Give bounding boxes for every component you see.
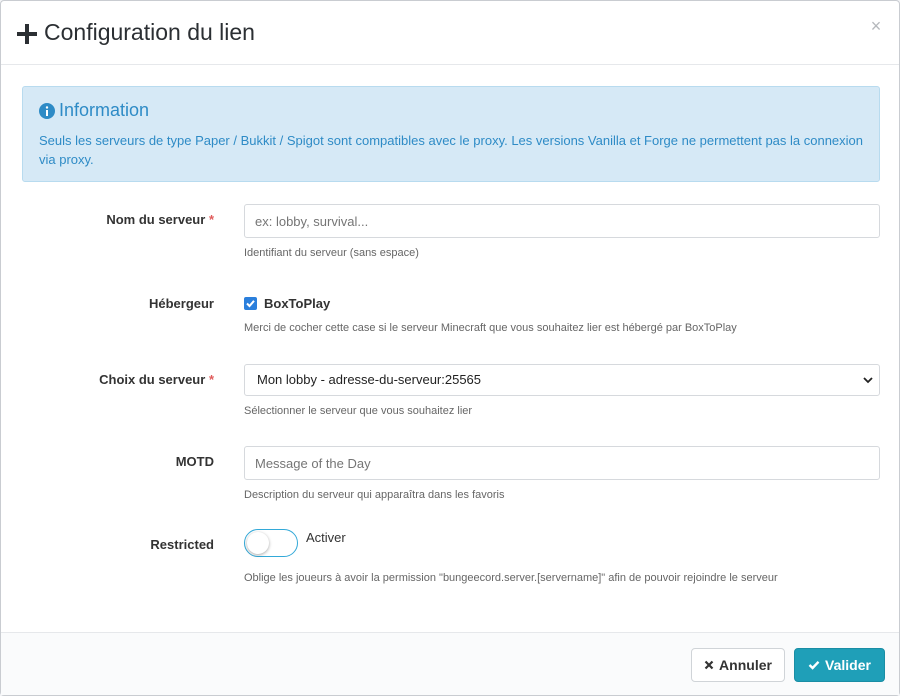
chevron-down-icon: [863, 377, 873, 384]
restricted-toggle-label: Activer: [306, 530, 346, 545]
check-icon: [246, 300, 255, 308]
submit-button[interactable]: Valider: [794, 648, 885, 682]
required-mark: *: [208, 372, 214, 387]
motd-input[interactable]: [244, 446, 880, 480]
server-name-help: Identifiant du serveur (sans espace): [244, 247, 419, 259]
server-name-label: Nom du serveur *: [14, 212, 214, 227]
boxtoplay-checkbox[interactable]: [244, 297, 257, 310]
link-config-modal: Configuration du lien × Information Seul…: [0, 0, 900, 696]
alert-text: Seuls les serveurs de type Paper / Bukki…: [39, 133, 864, 167]
server-name-input[interactable]: [244, 204, 880, 238]
modal-footer: Annuler Valider: [1, 632, 899, 695]
modal-title: Configuration du lien: [44, 19, 255, 45]
plus-icon: [17, 24, 37, 44]
cancel-button[interactable]: Annuler: [691, 648, 785, 682]
submit-label: Valider: [825, 657, 871, 673]
check-icon: [808, 660, 820, 670]
server-choice-select[interactable]: Mon lobby - adresse-du-serveur:25565: [244, 364, 880, 396]
server-name-label-text: Nom du serveur: [106, 212, 206, 227]
restricted-help: Oblige les joueurs à avoir la permission…: [244, 572, 778, 584]
toggle-knob: [247, 532, 269, 554]
restricted-label: Restricted: [150, 537, 214, 552]
close-icon: [704, 660, 714, 670]
info-icon: [39, 103, 55, 119]
info-alert: Information Seuls les serveurs de type P…: [22, 86, 880, 182]
restricted-toggle[interactable]: [244, 529, 298, 557]
alert-heading: Information: [59, 100, 150, 120]
server-choice-label-text: Choix du serveur: [99, 372, 206, 387]
server-choice-help: Sélectionner le serveur que vous souhait…: [244, 405, 473, 417]
host-help: Merci de cocher cette case si le serveur…: [244, 322, 737, 334]
server-choice-selected: Mon lobby - adresse-du-serveur:25565: [257, 372, 482, 387]
modal-header: Configuration du lien ×: [1, 1, 899, 65]
boxtoplay-checkbox-label[interactable]: BoxToPlay: [264, 296, 330, 311]
close-button[interactable]: ×: [867, 17, 885, 35]
required-mark: *: [208, 212, 214, 227]
cancel-label: Annuler: [719, 657, 772, 673]
host-label: Hébergeur: [148, 296, 214, 311]
motd-label: MOTD: [175, 454, 214, 469]
motd-help: Description du serveur qui apparaîtra da…: [244, 489, 505, 501]
server-choice-label: Choix du serveur *: [14, 372, 214, 387]
